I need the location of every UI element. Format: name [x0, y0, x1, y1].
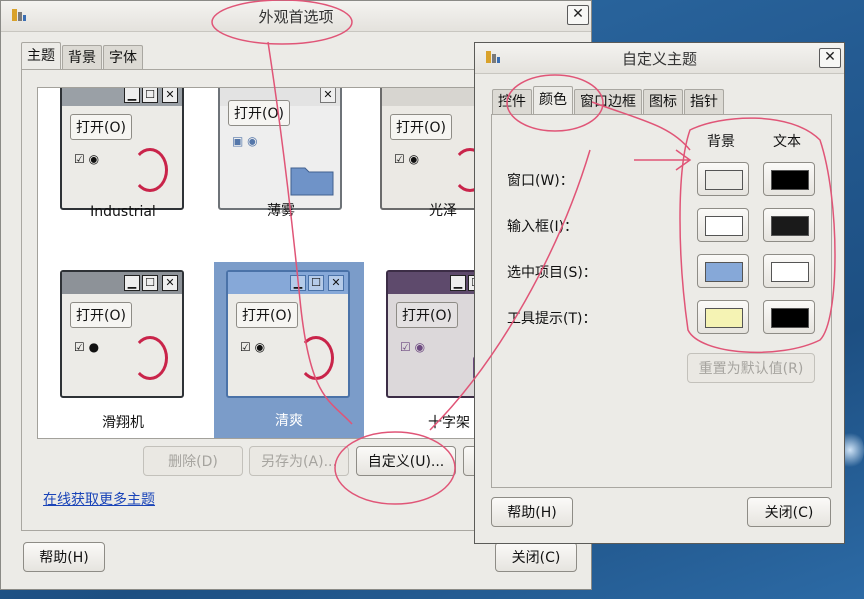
tooltip-color-label: 工具提示(T)： [507, 311, 597, 327]
preview-open-button: 打开(O) [390, 114, 452, 140]
tab-colors[interactable]: 颜色 [533, 86, 573, 114]
theme-name: 清爽 [275, 413, 303, 429]
theme-name: 光泽 [429, 203, 457, 219]
input-text-color-button[interactable] [763, 208, 815, 242]
main-tabs: 主题 背景 字体 [21, 42, 144, 70]
tab-background[interactable]: 背景 [62, 45, 102, 70]
theme-preview: ▁ ☐ ✕ 打开(O) ☑ ◉ [226, 270, 350, 398]
preview-open-button: 打开(O) [228, 100, 290, 126]
theme-preview: 打开(O) ☑ ◉ [380, 88, 478, 210]
theme-item-crux[interactable]: ▁☐ 打开(O) ☑ ◉ 十字架 [374, 262, 478, 438]
reset-default-button[interactable]: 重置为默认值(R) [687, 353, 815, 383]
color-swatch [705, 262, 743, 282]
folder-icon [290, 167, 334, 196]
window-bg-color-button[interactable] [697, 162, 749, 196]
tab-icons[interactable]: 图标 [643, 89, 683, 114]
preview-open-button: 打开(O) [236, 302, 298, 328]
theme-item-mist[interactable]: ✕ 打开(O) ▣ ◉ 薄雾 [206, 88, 356, 260]
color-swatch [705, 170, 743, 190]
preview-open-button: 打开(O) [70, 114, 132, 140]
debian-swirl-icon [298, 336, 334, 380]
dialog-title-bar[interactable]: 自定义主题 ✕ [475, 43, 844, 74]
theme-name: Industrial [90, 204, 156, 220]
theme-name: 滑翔机 [102, 415, 144, 431]
dialog-title: 自定义主题 [621, 50, 697, 68]
preview-checkbox-radio: ▣ ◉ [232, 134, 258, 148]
tab-pointer[interactable]: 指针 [684, 89, 724, 114]
save-as-button[interactable]: 另存为(A)... [249, 446, 349, 476]
background-column-header: 背景 [707, 134, 735, 150]
preview-checkbox-radio: ☑ ◉ [400, 340, 426, 354]
dialog-tabs: 控件 颜色 窗口边框 图标 指针 [492, 86, 725, 114]
dialog-close-button[interactable]: 关闭(C) [747, 497, 831, 527]
debian-swirl-icon [132, 148, 168, 192]
theme-preview: ▁☐ 打开(O) ☑ ◉ [386, 270, 478, 398]
theme-item-clearlooks[interactable]: ▁ ☐ ✕ 打开(O) ☑ ◉ 清爽 [214, 262, 364, 438]
color-swatch [705, 308, 743, 328]
help-button[interactable]: 帮助(H) [23, 542, 105, 572]
dialog-help-button[interactable]: 帮助(H) [491, 497, 573, 527]
theme-preview: ✕ 打开(O) ▣ ◉ [218, 88, 342, 210]
window-text-color-button[interactable] [763, 162, 815, 196]
custom-theme-dialog: 自定义主题 ✕ 控件 颜色 窗口边框 图标 指针 背景 文本 窗口(W)： 输入… [474, 42, 845, 544]
close-icon[interactable]: ✕ [567, 5, 589, 25]
theme-item-glossy[interactable]: 打开(O) ☑ ◉ 光泽 [368, 88, 478, 260]
theme-name: 十字架 [428, 415, 470, 431]
color-swatch [705, 216, 743, 236]
theme-item-industrial[interactable]: ▁ ☐ ✕ 打开(O) ☑ ◉ Industrial [48, 88, 198, 260]
selected-bg-color-button[interactable] [697, 254, 749, 288]
text-column-header: 文本 [773, 134, 801, 150]
preview-open-button: 打开(O) [396, 302, 458, 328]
customize-button[interactable]: 自定义(U)... [356, 446, 456, 476]
input-color-label: 输入框(I)： [507, 219, 579, 235]
delete-button[interactable]: 删除(D) [143, 446, 243, 476]
debian-swirl-icon [132, 336, 168, 380]
color-swatch [771, 308, 809, 328]
close-button[interactable]: 关闭(C) [495, 542, 577, 572]
close-icon[interactable]: ✕ [819, 48, 841, 68]
tooltip-text-color-button[interactable] [763, 300, 815, 334]
theme-list[interactable]: ▁ ☐ ✕ 打开(O) ☑ ◉ Industrial ✕ 打开(O) ▣ ◉ 薄雾 … [37, 87, 479, 439]
selected-text-color-button[interactable] [763, 254, 815, 288]
selected-color-label: 选中项目(S)： [507, 265, 597, 281]
color-swatch [771, 262, 809, 282]
theme-name: 薄雾 [267, 203, 295, 219]
theme-item-glider[interactable]: ▁ ☐ ✕ 打开(O) ☑ ● 滑翔机 [48, 262, 198, 438]
tab-controls[interactable]: 控件 [492, 89, 532, 114]
theme-preview: ▁ ☐ ✕ 打开(O) ☑ ● [60, 270, 184, 398]
preview-checkbox-radio: ☑ ◉ [240, 340, 266, 354]
tab-fonts[interactable]: 字体 [103, 45, 143, 70]
tab-window-border[interactable]: 窗口边框 [574, 89, 642, 114]
get-more-themes-link[interactable]: 在线获取更多主题 [43, 489, 155, 509]
preview-checkbox-radio: ☑ ● [74, 340, 100, 354]
color-swatch [771, 170, 809, 190]
window-title: 外观首选项 [258, 8, 334, 26]
tooltip-bg-color-button[interactable] [697, 300, 749, 334]
input-bg-color-button[interactable] [697, 208, 749, 242]
theme-preview: ▁ ☐ ✕ 打开(O) ☑ ◉ [60, 88, 184, 210]
color-swatch [771, 216, 809, 236]
preview-open-button: 打开(O) [70, 302, 132, 328]
window-color-label: 窗口(W)： [507, 173, 574, 189]
preview-checkbox-radio: ☑ ◉ [74, 152, 100, 166]
preview-checkbox-radio: ☑ ◉ [394, 152, 420, 166]
tab-theme[interactable]: 主题 [21, 42, 61, 70]
title-bar[interactable]: 外观首选项 ✕ [1, 1, 591, 32]
